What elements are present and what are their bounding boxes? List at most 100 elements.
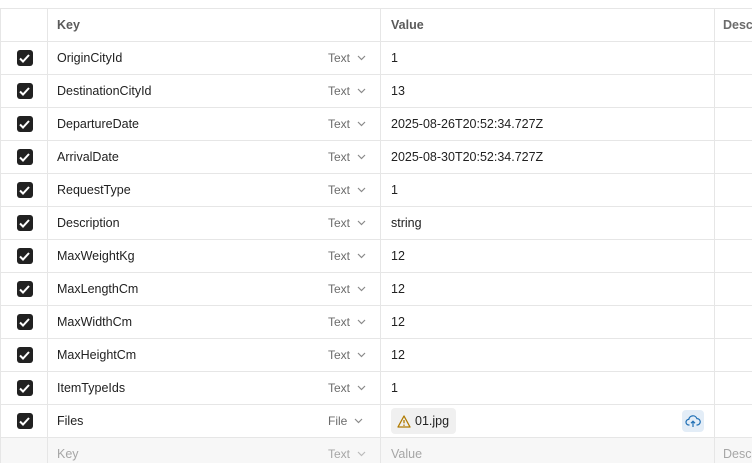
row-description[interactable] bbox=[714, 75, 752, 107]
row-key[interactable]: DestinationCityId bbox=[47, 75, 321, 107]
row-checkbox-cell bbox=[0, 207, 48, 239]
row-type-select[interactable]: File bbox=[320, 405, 380, 437]
table-row-files: Files File 01.jpg bbox=[0, 404, 752, 437]
row-description[interactable] bbox=[714, 306, 752, 338]
row-description[interactable] bbox=[714, 42, 752, 74]
row-description[interactable] bbox=[714, 141, 752, 173]
checkmark-icon bbox=[19, 185, 30, 195]
row-key[interactable]: Files bbox=[47, 405, 321, 437]
row-checkbox[interactable] bbox=[16, 83, 33, 99]
row-description[interactable] bbox=[714, 240, 752, 272]
table-row: MaxHeightCm Text 12 bbox=[0, 338, 752, 371]
row-type-select[interactable]: Text bbox=[320, 42, 380, 74]
row-value[interactable]: 1 bbox=[380, 372, 714, 404]
row-type-select[interactable]: Text bbox=[320, 240, 380, 272]
new-type-select[interactable]: Text bbox=[320, 438, 380, 463]
row-type-select[interactable]: Text bbox=[320, 273, 380, 305]
row-key[interactable]: Description bbox=[47, 207, 321, 239]
row-key[interactable]: OriginCityId bbox=[47, 42, 321, 74]
row-description[interactable] bbox=[714, 174, 752, 206]
row-value[interactable]: 1 bbox=[380, 42, 714, 74]
row-checkbox-cell bbox=[0, 42, 48, 74]
row-value[interactable]: 12 bbox=[380, 273, 714, 305]
row-description[interactable] bbox=[714, 108, 752, 140]
row-checkbox[interactable] bbox=[16, 50, 33, 66]
row-checkbox-cell bbox=[0, 174, 48, 206]
row-key[interactable]: MaxWeightKg bbox=[47, 240, 321, 272]
row-key[interactable]: MaxHeightCm bbox=[47, 339, 321, 371]
checkmark-icon bbox=[19, 53, 30, 63]
row-checkbox[interactable] bbox=[16, 116, 33, 132]
row-checkbox-cell bbox=[0, 141, 48, 173]
row-value[interactable]: string bbox=[380, 207, 714, 239]
row-checkbox[interactable] bbox=[16, 248, 33, 264]
chevron-down-icon bbox=[357, 55, 366, 61]
row-checkbox[interactable] bbox=[16, 413, 33, 429]
row-key[interactable]: ItemTypeIds bbox=[47, 372, 321, 404]
row-type-select[interactable]: Text bbox=[320, 372, 380, 404]
row-description[interactable] bbox=[714, 339, 752, 371]
row-checkbox-cell bbox=[0, 108, 48, 140]
row-value[interactable]: 1 bbox=[380, 174, 714, 206]
row-type-label: Text bbox=[328, 381, 351, 395]
header-description: Desc bbox=[714, 9, 752, 41]
row-type-select[interactable]: Text bbox=[320, 108, 380, 140]
row-checkbox[interactable] bbox=[16, 314, 33, 330]
row-description[interactable] bbox=[714, 207, 752, 239]
row-checkbox[interactable] bbox=[16, 149, 33, 165]
checkmark-icon bbox=[19, 350, 30, 360]
chevron-down-icon bbox=[357, 385, 366, 391]
params-table: Key Value Desc OriginCityId Text 1 Destinat… bbox=[0, 0, 752, 463]
table-row: OriginCityId Text 1 bbox=[0, 41, 752, 74]
row-type-label: Text bbox=[328, 117, 351, 131]
new-key-input[interactable]: Key bbox=[47, 438, 321, 463]
table-row: RequestType Text 1 bbox=[0, 173, 752, 206]
row-type-select[interactable]: Text bbox=[320, 339, 380, 371]
row-checkbox[interactable] bbox=[16, 182, 33, 198]
row-description[interactable] bbox=[714, 405, 752, 437]
row-description[interactable] bbox=[714, 372, 752, 404]
table-row: MaxLengthCm Text 12 bbox=[0, 272, 752, 305]
row-checkbox-cell bbox=[0, 273, 48, 305]
row-value[interactable]: 2025-08-26T20:52:34.727Z bbox=[380, 108, 714, 140]
row-key[interactable]: ArrivalDate bbox=[47, 141, 321, 173]
row-checkbox-cell bbox=[0, 306, 48, 338]
row-type-label: Text bbox=[328, 84, 351, 98]
row-type-label: Text bbox=[328, 183, 351, 197]
row-type-select[interactable]: Text bbox=[320, 75, 380, 107]
row-type-select[interactable]: Text bbox=[320, 306, 380, 338]
row-value[interactable]: 13 bbox=[380, 75, 714, 107]
file-chip[interactable]: 01.jpg bbox=[391, 408, 457, 434]
row-value[interactable]: 12 bbox=[380, 306, 714, 338]
chevron-down-icon bbox=[357, 187, 366, 193]
row-description[interactable] bbox=[714, 273, 752, 305]
chevron-down-icon bbox=[357, 220, 366, 226]
upload-file-button[interactable] bbox=[682, 410, 704, 432]
row-type-select[interactable]: Text bbox=[320, 207, 380, 239]
new-description-input[interactable]: Desc bbox=[714, 438, 752, 463]
row-value-file: 01.jpg bbox=[380, 405, 714, 437]
row-key[interactable]: DepartureDate bbox=[47, 108, 321, 140]
row-key[interactable]: RequestType bbox=[47, 174, 321, 206]
chevron-down-icon bbox=[357, 352, 366, 358]
placeholder-select-cell bbox=[0, 438, 48, 463]
checkmark-icon bbox=[19, 416, 30, 426]
row-type-label: Text bbox=[328, 348, 351, 362]
new-value-input[interactable]: Value bbox=[380, 438, 714, 463]
row-key[interactable]: MaxWidthCm bbox=[47, 306, 321, 338]
row-type-select[interactable]: Text bbox=[320, 174, 380, 206]
row-checkbox[interactable] bbox=[16, 281, 33, 297]
table-header: Key Value Desc bbox=[0, 8, 752, 41]
row-type-select[interactable]: Text bbox=[320, 141, 380, 173]
row-value[interactable]: 2025-08-30T20:52:34.727Z bbox=[380, 141, 714, 173]
row-checkbox[interactable] bbox=[16, 380, 33, 396]
row-value[interactable]: 12 bbox=[380, 339, 714, 371]
row-checkbox[interactable] bbox=[16, 215, 33, 231]
row-checkbox-cell bbox=[0, 372, 48, 404]
row-key[interactable]: MaxLengthCm bbox=[47, 273, 321, 305]
row-checkbox[interactable] bbox=[16, 347, 33, 363]
row-value[interactable]: 12 bbox=[380, 240, 714, 272]
cloud-upload-icon bbox=[685, 415, 701, 427]
row-checkbox-cell bbox=[0, 339, 48, 371]
header-value: Value bbox=[380, 9, 714, 41]
